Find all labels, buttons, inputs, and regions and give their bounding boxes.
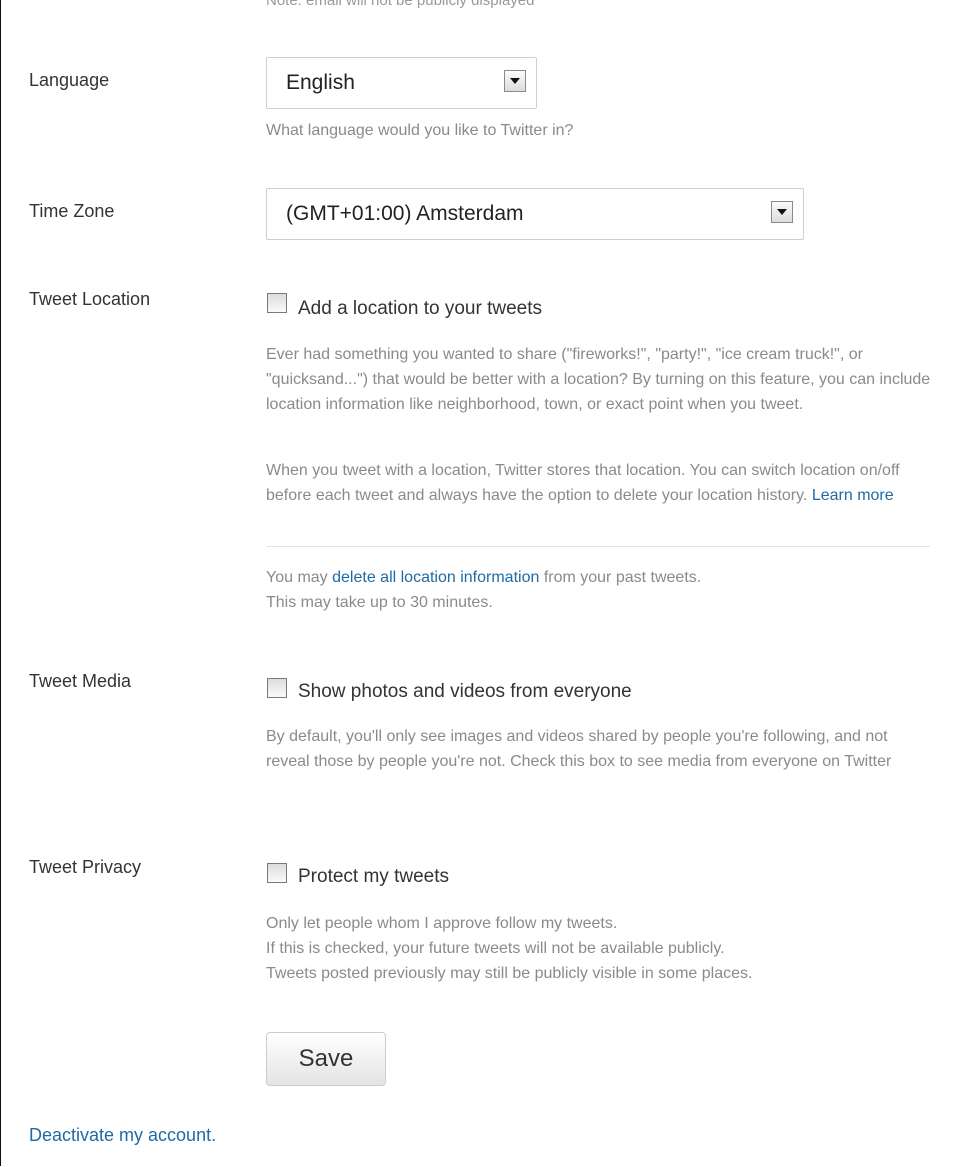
location-checkbox-label[interactable]: Add a location to your tweets — [298, 298, 542, 320]
language-label: Language — [29, 70, 110, 90]
privacy-help-line: Only let people whom I approve follow my… — [266, 915, 618, 932]
chevron-down-icon[interactable] — [504, 70, 526, 92]
tweet-privacy-label: Tweet Privacy — [29, 857, 142, 877]
media-checkbox-label[interactable]: Show photos and videos from everyone — [298, 681, 632, 703]
location-checkbox[interactable] — [267, 293, 287, 313]
tweet-location-label: Tweet Location — [29, 289, 151, 309]
location-help-1: Ever had something you wanted to share (… — [266, 346, 931, 413]
language-select[interactable]: English — [266, 57, 537, 109]
delete-location-info: You may delete all location information … — [266, 565, 931, 615]
privacy-help: Only let people whom I approve follow my… — [266, 911, 752, 986]
delete-suffix: from your past tweets. — [543, 569, 702, 586]
delete-prefix: You may — [266, 569, 328, 586]
tweet-media-label: Tweet Media — [29, 671, 132, 691]
divider — [266, 546, 930, 547]
delete-note: This may take up to 30 minutes. — [266, 594, 493, 611]
timezone-label: Time Zone — [29, 201, 115, 221]
chevron-down-icon[interactable] — [771, 201, 793, 223]
timezone-selected-value: (GMT+01:00) Amsterdam — [286, 202, 524, 225]
privacy-help-line: If this is checked, your future tweets w… — [266, 940, 725, 957]
location-help-2-text: When you tweet with a location, Twitter … — [266, 462, 900, 504]
media-checkbox[interactable] — [267, 678, 287, 698]
learn-more-link[interactable]: Learn more — [812, 487, 894, 504]
settings-panel: Note: email will not be publicly display… — [0, 0, 975, 1166]
privacy-checkbox[interactable] — [267, 863, 287, 883]
timezone-select[interactable]: (GMT+01:00) Amsterdam — [266, 188, 804, 240]
save-button[interactable]: Save — [266, 1032, 386, 1086]
privacy-help-line: Tweets posted previously may still be pu… — [266, 965, 753, 982]
deactivate-account-link[interactable]: Deactivate my account. — [29, 1125, 216, 1146]
privacy-checkbox-label[interactable]: Protect my tweets — [298, 866, 449, 888]
media-help: By default, you'll only see images and v… — [266, 728, 892, 770]
delete-location-link[interactable]: delete all location information — [332, 569, 539, 586]
email-note: Note: email will not be publicly display… — [266, 0, 535, 9]
location-help-2: When you tweet with a location, Twitter … — [266, 458, 931, 508]
language-selected-value: English — [286, 71, 355, 94]
language-help: What language would you like to Twitter … — [266, 122, 574, 139]
